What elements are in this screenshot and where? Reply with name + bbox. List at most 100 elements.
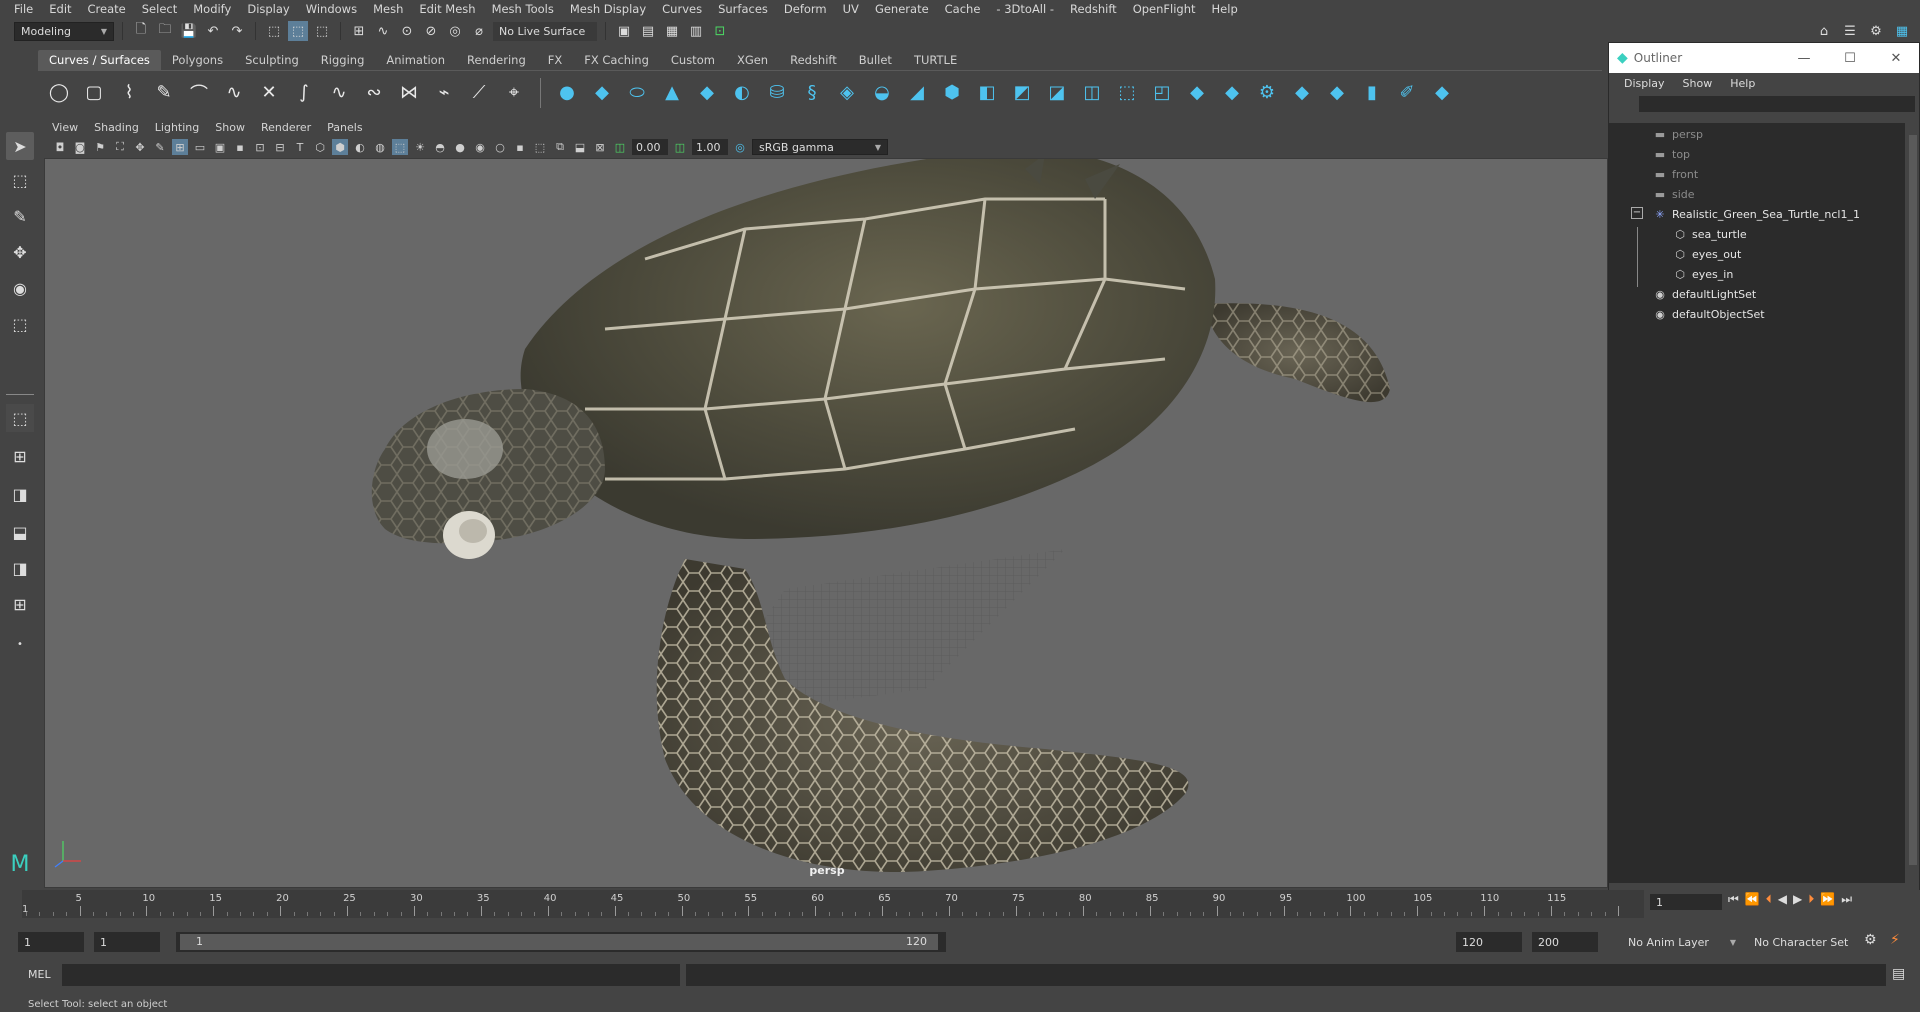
- shelf-tab-curves-surfaces[interactable]: Curves / Surfaces: [38, 50, 161, 70]
- select-component-icon[interactable]: ⬚: [312, 21, 332, 41]
- scene-end-field[interactable]: 200: [1532, 932, 1598, 952]
- extend-surface-icon[interactable]: ▮: [1359, 80, 1385, 106]
- boundary-icon[interactable]: ◧: [974, 80, 1000, 106]
- bookmark-icon[interactable]: ⚑: [92, 139, 108, 155]
- shelf-tab-redshift[interactable]: Redshift: [779, 50, 848, 70]
- lasso-tool-icon[interactable]: ⬚: [6, 166, 34, 194]
- snap-plane-icon[interactable]: ⊘: [421, 21, 441, 41]
- anim-prefs-icon[interactable]: ⚙: [1864, 932, 1877, 948]
- menu-surfaces[interactable]: Surfaces: [710, 2, 776, 16]
- intersect-icon[interactable]: ◫: [1079, 80, 1105, 106]
- untrim-icon[interactable]: ◰: [1149, 80, 1175, 106]
- insert-knot-icon[interactable]: ∾: [361, 80, 387, 106]
- script-editor-icon[interactable]: ▤: [1892, 966, 1905, 982]
- xray-joints-icon[interactable]: ⬓: [572, 139, 588, 155]
- menu-deform[interactable]: Deform: [776, 2, 835, 16]
- maximize-icon[interactable]: ☐: [1827, 51, 1873, 66]
- nurbs-cube-icon[interactable]: ◆: [589, 80, 615, 106]
- save-scene-icon[interactable]: 💾: [179, 21, 199, 41]
- select-hierarchy-icon[interactable]: ⬚: [264, 21, 284, 41]
- film-gate-icon[interactable]: ▭: [192, 139, 208, 155]
- panel-menu-panels[interactable]: Panels: [319, 121, 370, 134]
- outliner-node[interactable]: ⬡ eyes_out: [1673, 245, 1741, 263]
- extend-curve-icon[interactable]: ⋈: [396, 80, 422, 106]
- shelf-tab-polygons[interactable]: Polygons: [161, 50, 234, 70]
- motion-blur-icon[interactable]: ◉: [472, 139, 488, 155]
- panel-menu-shading[interactable]: Shading: [86, 121, 147, 134]
- shelf-tab-custom[interactable]: Custom: [660, 50, 726, 70]
- new-scene-icon[interactable]: 🗋: [131, 21, 151, 41]
- xray-components-icon[interactable]: ⊠: [592, 139, 608, 155]
- gate-mask-icon[interactable]: ▪: [232, 139, 248, 155]
- attribute-editor-icon[interactable]: ☰: [1840, 21, 1860, 41]
- trim-tool-icon[interactable]: ⬚: [1114, 80, 1140, 106]
- scene-start-field[interactable]: 1: [18, 932, 84, 952]
- shelf-tab-rigging[interactable]: Rigging: [310, 50, 376, 70]
- menu-openflight[interactable]: OpenFlight: [1125, 2, 1204, 16]
- outliner-node[interactable]: ◉ defaultLightSet: [1653, 285, 1756, 303]
- close-icon[interactable]: ✕: [1873, 51, 1919, 66]
- menu-mesh-tools[interactable]: Mesh Tools: [484, 2, 562, 16]
- menu-edit-mesh[interactable]: Edit Mesh: [411, 2, 483, 16]
- workspace-selector[interactable]: Modeling ▼: [14, 21, 114, 41]
- anti-alias-icon[interactable]: ○: [492, 139, 508, 155]
- rotate-tool-icon[interactable]: ◉: [6, 274, 34, 302]
- shelf-tab-sculpting[interactable]: Sculpting: [234, 50, 310, 70]
- menu-create[interactable]: Create: [80, 2, 134, 16]
- isolate-select-icon[interactable]: ⬚: [532, 139, 548, 155]
- live-surface-field[interactable]: No Live Surface: [493, 21, 597, 41]
- character-set-dropdown[interactable]: No Character Set: [1748, 932, 1868, 952]
- menu-3dtoall[interactable]: - 3DtoAll -: [988, 2, 1062, 16]
- viewport-3d[interactable]: persp: [44, 158, 1608, 888]
- grease-pencil-icon[interactable]: ✎: [152, 139, 168, 155]
- snap-grid-icon[interactable]: ⊞: [349, 21, 369, 41]
- persp-outliner-icon[interactable]: ◨: [6, 480, 34, 508]
- panel-menu-show[interactable]: Show: [207, 121, 253, 134]
- gamma-icon[interactable]: ◫: [672, 139, 688, 155]
- outliner-search-input[interactable]: [1639, 96, 1915, 112]
- step-forward-key-icon[interactable]: ⏩: [1820, 892, 1835, 907]
- depth-of-field-icon[interactable]: ▪: [512, 139, 528, 155]
- range-slider[interactable]: 1 120: [176, 932, 946, 952]
- outliner-node[interactable]: ◉ defaultObjectSet: [1653, 305, 1764, 323]
- go-to-end-icon[interactable]: ⏭: [1841, 892, 1852, 907]
- tool-settings-icon[interactable]: ⚙: [1866, 21, 1886, 41]
- revolve-icon[interactable]: ⛁: [764, 80, 790, 106]
- detach-curve-icon[interactable]: ∿: [326, 80, 352, 106]
- step-back-frame-icon[interactable]: ⏴: [1766, 892, 1772, 907]
- grid-toggle-icon[interactable]: ⊞: [172, 139, 188, 155]
- menu-windows[interactable]: Windows: [298, 2, 365, 16]
- menu-cache[interactable]: Cache: [937, 2, 989, 16]
- shelf-tab-fx-caching[interactable]: FX Caching: [573, 50, 660, 70]
- channel-box-icon[interactable]: ▦: [1892, 21, 1912, 41]
- play-forwards-icon[interactable]: ▶: [1793, 892, 1802, 907]
- current-time-marker[interactable]: 1: [22, 904, 28, 915]
- nurbs-torus-icon[interactable]: ◐: [729, 80, 755, 106]
- pencil-curve-icon[interactable]: ⌒: [186, 80, 212, 106]
- rebuild-curve-icon[interactable]: ⟋: [466, 80, 492, 106]
- open-scene-icon[interactable]: 🗀: [155, 21, 175, 41]
- select-object-icon[interactable]: ⬚: [288, 21, 308, 41]
- menu-display[interactable]: Display: [239, 2, 297, 16]
- xray-icon[interactable]: ⧉: [552, 139, 568, 155]
- shelf-tab-fx[interactable]: FX: [537, 50, 574, 70]
- playback-start-field[interactable]: 1: [94, 932, 160, 952]
- add-point-icon[interactable]: ⌖: [501, 80, 527, 106]
- render-settings-icon[interactable]: ▣: [614, 21, 634, 41]
- shelf-tab-xgen[interactable]: XGen: [726, 50, 779, 70]
- menu-modify[interactable]: Modify: [185, 2, 239, 16]
- sculpt-tool-icon[interactable]: ◆: [1429, 80, 1455, 106]
- panel-menu-view[interactable]: View: [44, 121, 86, 134]
- paint-select-icon[interactable]: ✎: [6, 202, 34, 230]
- cv-curve-icon[interactable]: ⌇: [116, 80, 142, 106]
- safe-title-icon[interactable]: T: [292, 139, 308, 155]
- render-view-icon[interactable]: ▥: [686, 21, 706, 41]
- workspace-icon[interactable]: ⌂: [1814, 21, 1834, 41]
- single-perspective-icon[interactable]: ⬚: [6, 404, 34, 432]
- birail-icon[interactable]: ◢: [904, 80, 930, 106]
- outliner-node[interactable]: ▬ persp: [1653, 125, 1703, 143]
- bevel-plus-icon[interactable]: ⬢: [939, 80, 965, 106]
- play-backwards-icon[interactable]: ◀: [1778, 892, 1787, 907]
- bezier-curve-icon[interactable]: ∿: [221, 80, 247, 106]
- playback-end-field[interactable]: 120: [1456, 932, 1522, 952]
